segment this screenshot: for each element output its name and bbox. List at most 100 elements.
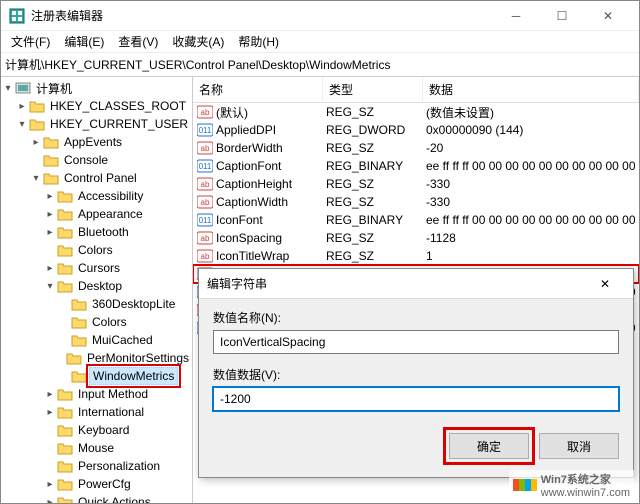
expand-icon[interactable]: ▸	[43, 227, 57, 238]
name-input[interactable]	[213, 330, 619, 354]
string-value-icon: ab	[197, 231, 213, 245]
value-row[interactable]: abBorderWidthREG_SZ-20	[193, 139, 639, 157]
value-row[interactable]: abIconSpacingREG_SZ-1128	[193, 229, 639, 247]
address-bar[interactable]: 计算机\HKEY_CURRENT_USER\Control Panel\Desk…	[1, 53, 639, 77]
tree-label: Bluetooth	[75, 224, 132, 240]
tree-item-windowmetrics[interactable]: WindowMetrics	[1, 367, 192, 385]
maximize-button[interactable]: ☐	[539, 1, 585, 31]
tree-item-controlpanel[interactable]: ▾Control Panel	[1, 169, 192, 187]
close-button[interactable]: ✕	[585, 1, 631, 31]
cancel-button[interactable]: 取消	[539, 433, 619, 459]
string-value-icon: ab	[197, 249, 213, 263]
value-type: REG_BINARY	[326, 213, 426, 227]
data-input[interactable]	[213, 387, 619, 411]
expand-icon[interactable]: ▸	[43, 209, 57, 220]
menu-favorites[interactable]: 收藏夹(A)	[166, 31, 230, 52]
expand-icon[interactable]: ▾	[43, 281, 57, 292]
expand-icon[interactable]: ▾	[15, 119, 29, 130]
dialog-close-button[interactable]: ✕	[585, 270, 625, 298]
menu-file[interactable]: 文件(F)	[5, 31, 56, 52]
tree-label: Desktop	[75, 278, 125, 294]
value-type: REG_SZ	[326, 231, 426, 245]
col-name[interactable]: 名称	[193, 77, 323, 102]
col-data[interactable]: 数据	[423, 77, 639, 102]
value-row[interactable]: 011AppliedDPIREG_DWORD0x00000090 (144)	[193, 121, 639, 139]
value-data: -20	[426, 141, 639, 155]
title-text: 注册表编辑器	[31, 7, 493, 24]
tree-item-360desktoplite[interactable]: 360DesktopLite	[1, 295, 192, 313]
tree-label: Quick Actions	[75, 494, 154, 503]
dialog-titlebar[interactable]: 编辑字符串 ✕	[199, 269, 633, 299]
name-label: 数值名称(N):	[213, 309, 619, 326]
value-row[interactable]: abCaptionWidthREG_SZ-330	[193, 193, 639, 211]
tree-item-colors[interactable]: Colors	[1, 241, 192, 259]
folder-icon	[57, 495, 73, 503]
value-data: -330	[426, 195, 639, 209]
folder-icon	[57, 423, 73, 437]
tree-label: Colors	[89, 314, 130, 330]
tree-item-international[interactable]: ▸International	[1, 403, 192, 421]
expand-icon[interactable]: ▸	[29, 137, 43, 148]
win-flag-icon	[513, 479, 537, 491]
expand-icon[interactable]: ▸	[43, 479, 57, 490]
expand-icon[interactable]: ▾	[29, 173, 43, 184]
expand-icon[interactable]: ▸	[15, 101, 29, 112]
ok-button[interactable]: 确定	[449, 433, 529, 459]
computer-icon	[15, 81, 31, 95]
minimize-button[interactable]: ─	[493, 1, 539, 31]
tree-item-accessibility[interactable]: ▸Accessibility	[1, 187, 192, 205]
value-data: -330	[426, 177, 639, 191]
expand-icon[interactable]: ▸	[43, 191, 57, 202]
menu-help[interactable]: 帮助(H)	[232, 31, 285, 52]
tree-item-permonitorsettings[interactable]: PerMonitorSettings	[1, 349, 192, 367]
expand-icon[interactable]: ▸	[43, 407, 57, 418]
col-type[interactable]: 类型	[323, 77, 423, 102]
string-value-icon: ab	[197, 195, 213, 209]
svg-text:ab: ab	[201, 144, 210, 153]
tree-pane[interactable]: ▾计算机▸HKEY_CLASSES_ROOT▾HKEY_CURRENT_USER…	[1, 77, 193, 503]
tree-item-appevents[interactable]: ▸AppEvents	[1, 133, 192, 151]
tree-item-colors[interactable]: Colors	[1, 313, 192, 331]
expand-icon[interactable]: ▸	[43, 389, 57, 400]
value-row[interactable]: abIconTitleWrapREG_SZ1	[193, 247, 639, 265]
value-row[interactable]: ab(默认)REG_SZ(数值未设置)	[193, 103, 639, 121]
value-row[interactable]: 011IconFontREG_BINARYee ff ff ff 00 00 0…	[193, 211, 639, 229]
tree-item-appearance[interactable]: ▸Appearance	[1, 205, 192, 223]
menu-edit[interactable]: 编辑(E)	[58, 31, 110, 52]
svg-text:ab: ab	[201, 252, 210, 261]
tree-item-desktop[interactable]: ▾ Desktop	[1, 277, 192, 295]
tree-item-cursors[interactable]: ▸Cursors	[1, 259, 192, 277]
tree-label: Console	[61, 152, 111, 168]
value-name: IconFont	[216, 213, 326, 227]
binary-value-icon: 011	[197, 213, 213, 227]
data-label: 数值数据(V):	[213, 366, 619, 383]
tree-item-console[interactable]: Console	[1, 151, 192, 169]
value-type: REG_SZ	[326, 177, 426, 191]
tree-item-quickactions[interactable]: ▸ Quick Actions	[1, 493, 192, 503]
folder-icon	[71, 297, 87, 311]
menu-view[interactable]: 查看(V)	[112, 31, 164, 52]
expand-icon[interactable]: ▸	[43, 497, 57, 504]
svg-text:011: 011	[199, 126, 212, 135]
expand-icon[interactable]: ▾	[1, 83, 15, 94]
expand-icon[interactable]: ▸	[43, 263, 57, 274]
tree-item-powercfg[interactable]: ▸PowerCfg	[1, 475, 192, 493]
tree-item-personalization[interactable]: Personalization	[1, 457, 192, 475]
value-data: (数值未设置)	[426, 104, 639, 121]
tree-item-[interactable]: ▾计算机	[1, 79, 192, 97]
titlebar[interactable]: 注册表编辑器 ─ ☐ ✕	[1, 1, 639, 31]
tree-item-inputmethod[interactable]: ▸Input Method	[1, 385, 192, 403]
tree-item-hkeycurrentuser[interactable]: ▾HKEY_CURRENT_USER	[1, 115, 192, 133]
value-data: ee ff ff ff 00 00 00 00 00 00 00 00 00 0…	[426, 159, 639, 173]
tree-item-bluetooth[interactable]: ▸ Bluetooth	[1, 223, 192, 241]
tree-item-hkeyclassesroot[interactable]: ▸HKEY_CLASSES_ROOT	[1, 97, 192, 115]
tree-item-muicached[interactable]: MuiCached	[1, 331, 192, 349]
tree-item-keyboard[interactable]: Keyboard	[1, 421, 192, 439]
folder-icon	[71, 315, 87, 329]
value-row[interactable]: abCaptionHeightREG_SZ-330	[193, 175, 639, 193]
tree-label: Personalization	[75, 458, 163, 474]
app-icon	[9, 8, 25, 24]
binary-value-icon: 011	[197, 159, 213, 173]
tree-item-mouse[interactable]: Mouse	[1, 439, 192, 457]
value-row[interactable]: 011CaptionFontREG_BINARYee ff ff ff 00 0…	[193, 157, 639, 175]
